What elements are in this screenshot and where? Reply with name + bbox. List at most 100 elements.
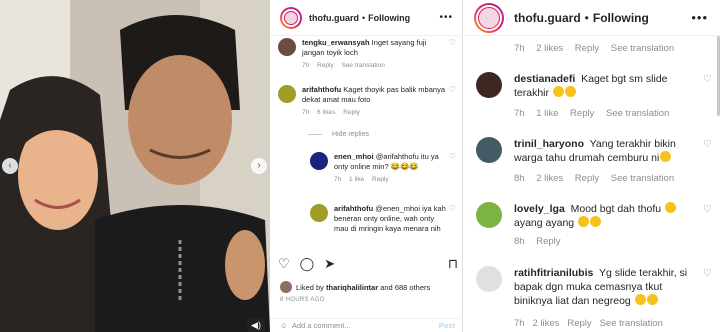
comment-likes[interactable]: 2 likes [533,318,560,329]
bookmark-icon[interactable]: ⊓ [448,256,458,272]
comment-item: trinil_haryono Yang terakhir bikin warga… [476,137,712,184]
commenter-username[interactable]: arifahthofu [302,85,341,94]
comment-meta: 7h 6 likes Reply [302,109,456,116]
laughing-emoji-icon [564,86,576,97]
comment-item: tengku_erwansyah Inget sayang fuji janga… [278,38,456,69]
comment-likes[interactable]: 6 likes [317,109,335,116]
like-heart-icon[interactable]: ♡ [700,268,712,308]
comment-input[interactable]: Add a comment... [292,321,351,330]
separator-dot: • [584,10,589,25]
see-translation-button[interactable]: See translation [611,173,674,184]
like-heart-icon[interactable]: ♡ [700,204,712,230]
liker-username[interactable]: thariqhalilintar [326,283,378,292]
comment-item: lovely_lga Mood bgt dah thofu ayang ayan… [476,202,712,247]
more-options-icon[interactable]: ••• [439,12,453,23]
see-translation-button[interactable]: See translation [611,43,674,54]
comment-item: arifahthofu Kaget thoyik pas balik mbany… [278,85,456,116]
comment-meta: 8h 2 likes Reply See translation [514,173,712,184]
laughing-emoji-icon [646,294,658,305]
account-username[interactable]: thofu.guard [514,11,581,25]
reply-button[interactable]: Reply [343,109,360,116]
like-heart-icon[interactable]: ♡ [700,74,712,100]
see-translation-button[interactable]: See translation [600,318,663,329]
comment-likes[interactable]: 1 like [349,176,364,183]
post-header: thofu.guard • Following ••• [270,0,463,36]
comment-likes[interactable]: 2 likes [536,173,563,184]
commenter-username[interactable]: tengku_erwansyah [302,38,370,47]
next-slide-button[interactable]: › [251,158,267,174]
comment-text: enen_mhoi @arifahthofu itu ya onty onlin… [334,152,446,172]
commenter-avatar[interactable] [278,85,296,103]
commenter-avatar[interactable] [476,266,502,292]
comment-icon[interactable]: ◯ [300,256,315,272]
reply-button[interactable]: Reply [536,236,560,247]
commenter-avatar[interactable] [310,204,328,222]
post-video[interactable]: ‹ › ◀) [0,0,270,332]
comment-likes[interactable]: 1 like [536,108,558,119]
reply-button[interactable]: Reply [567,318,591,329]
more-options-icon[interactable]: ••• [691,10,708,25]
laughing-emoji-icon [552,86,564,97]
laughing-emoji-icon [578,216,590,227]
laughing-emoji-icon [660,151,672,162]
add-comment-bar: ☺ Add a comment... Post [270,318,463,332]
previous-slide-button[interactable]: ‹ [2,158,18,174]
comment-time: 7h [514,108,525,119]
comment-body-line2: ayang ayang [514,217,575,229]
comment-likes[interactable]: 2 likes [536,43,563,54]
comment-meta: 7h 1 like Reply See translation [514,108,712,119]
liker-avatar[interactable] [280,281,292,293]
commenter-username[interactable]: trinil_haryono [514,138,584,150]
account-avatar[interactable] [474,2,504,33]
commenter-username[interactable]: enen_mhoi [334,152,374,161]
comment-time: 7h [302,109,310,116]
comment-meta: 8h Reply [514,236,712,247]
liked-by: Liked by thariqhalilintar and 688 others [280,281,430,293]
like-heart-icon[interactable]: ♡ [446,152,456,172]
mute-icon[interactable]: ◀) [247,318,265,332]
see-translation-button[interactable]: See translation [341,62,384,69]
commenter-avatar[interactable] [278,38,296,56]
reply-button[interactable]: Reply [317,62,334,69]
comment-time: 8h [514,173,525,184]
likes-count[interactable]: and 688 others [380,283,430,292]
like-heart-icon[interactable]: ♡ [446,38,456,58]
comments-panel: thofu.guard • Following ••• 7h 2 likes R… [464,0,720,332]
commenter-avatar[interactable] [476,202,502,228]
comment-meta: 7h Reply See translation [302,62,456,69]
commenter-username[interactable]: destianadefi [514,73,575,85]
comment-body: Mood bgt dah thofu [570,203,662,215]
commenter-username[interactable]: arifahthofu [334,204,373,213]
laughing-emoji-icon [590,216,602,227]
commenter-username[interactable]: ratihfitrianilubis [514,267,593,279]
like-heart-icon[interactable]: ♡ [278,256,290,272]
laughing-emoji-icon [634,294,646,305]
comment-item: destianadefi Kaget bgt sm slide terakhir… [476,72,712,119]
post-comment-button[interactable]: Post [439,321,455,330]
comment-text: ratihfitrianilubis Yg slide terakhir, si… [514,266,700,308]
video-frame-illustration [0,0,270,332]
reply-button[interactable]: Reply [575,43,599,54]
commenter-username[interactable]: lovely_lga [514,203,565,215]
following-button[interactable]: Following [593,11,649,25]
reply-button[interactable]: Reply [570,108,594,119]
share-icon[interactable]: ➤ [324,256,335,272]
like-heart-icon[interactable]: ♡ [446,204,456,234]
smile-icon[interactable]: ☺ [280,321,288,330]
like-heart-icon[interactable]: ♡ [446,85,456,105]
account-avatar[interactable] [280,6,302,29]
comment-text: arifahthofu Kaget thoyik pas balik mbany… [302,85,446,105]
hide-replies-button[interactable]: Hide replies [308,131,369,138]
instagram-post: ‹ › ◀) thofu.guard • Following ••• tengk… [0,0,463,332]
following-button[interactable]: Following [368,13,410,23]
commenter-avatar[interactable] [476,72,502,98]
post-timestamp: 8 HOURS AGO [280,297,325,303]
reply-button[interactable]: Reply [575,173,599,184]
see-translation-button[interactable]: See translation [606,108,669,119]
like-heart-icon[interactable]: ♡ [700,139,712,165]
commenter-avatar[interactable] [310,152,328,170]
account-username[interactable]: thofu.guard [309,13,359,23]
comment-meta: 7h 2 likes Reply See translation [514,43,683,54]
commenter-avatar[interactable] [476,137,502,163]
reply-button[interactable]: Reply [372,176,389,183]
